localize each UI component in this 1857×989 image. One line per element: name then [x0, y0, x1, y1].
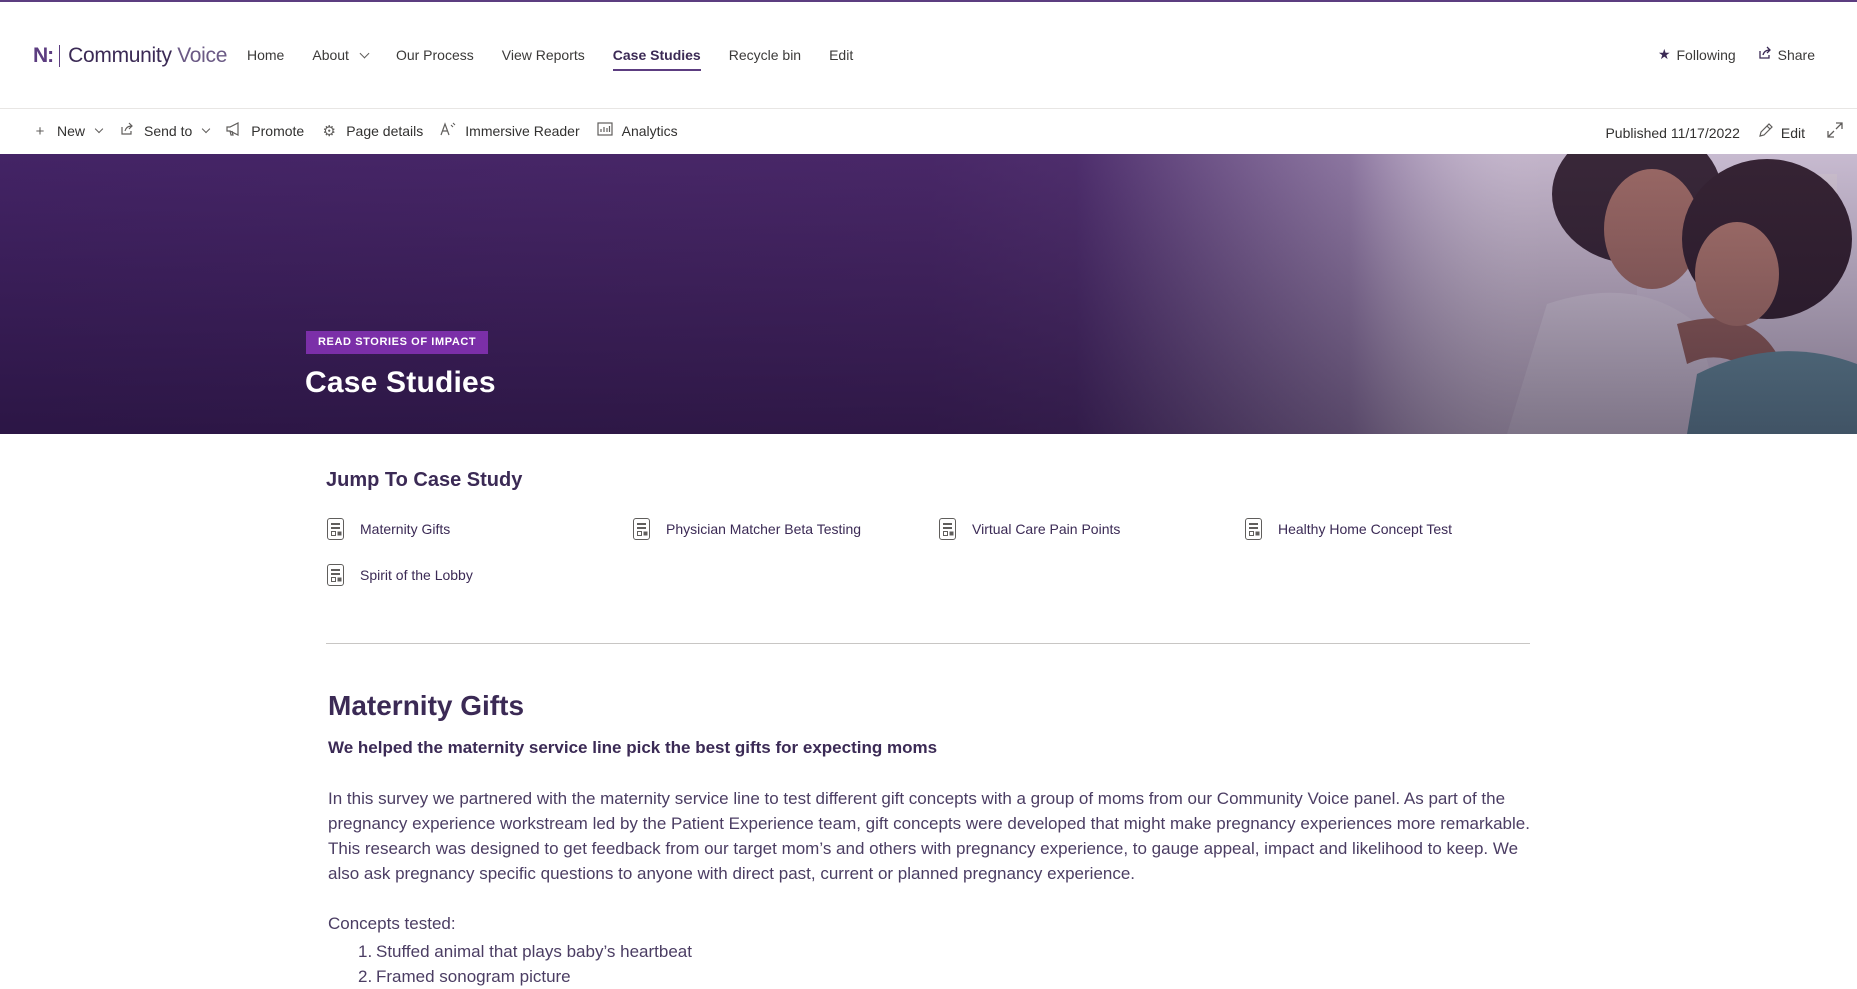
immersive-reader-label: Immersive Reader [465, 123, 580, 139]
section-divider [326, 643, 1530, 644]
nav-view-reports[interactable]: View Reports [502, 47, 585, 63]
jump-link-label: Physician Matcher Beta Testing [666, 521, 862, 537]
new-button[interactable]: + New [32, 122, 104, 140]
command-bar-left: + New Send to Promote ⚙ Page details Imm… [32, 122, 695, 140]
list-item-text: Framed sonogram picture [376, 967, 571, 986]
top-nav: Home About Our Process View Reports Case… [247, 47, 881, 71]
site-logo[interactable]: N: Community Voice [33, 44, 227, 68]
send-icon [119, 122, 135, 140]
logo-text: Community Voice [68, 44, 227, 68]
jump-link-healthy-home[interactable]: Healthy Home Concept Test [1245, 518, 1452, 540]
jump-link-virtual-care[interactable]: Virtual Care Pain Points [939, 518, 1120, 540]
gear-icon: ⚙ [322, 123, 336, 140]
star-icon: ★ [1657, 46, 1671, 62]
list-item-number: 2. [358, 967, 373, 986]
page-details-button[interactable]: ⚙ Page details [321, 122, 423, 140]
nav-home-label: Home [247, 47, 285, 63]
published-date: Published 11/17/2022 [1605, 124, 1740, 141]
jump-to-heading: Jump To Case Study [326, 469, 523, 491]
logo-mark: N: [33, 44, 54, 67]
immersive-reader-button[interactable]: Immersive Reader [440, 122, 580, 140]
nav-edit-label: Edit [829, 47, 854, 63]
analytics-button[interactable]: Analytics [597, 122, 678, 140]
document-icon [327, 564, 344, 586]
hero-tag: READ STORIES OF IMPACT [306, 331, 489, 354]
megaphone-icon [226, 122, 242, 140]
plus-icon: + [35, 122, 45, 140]
nav-view-reports-label: View Reports [501, 47, 585, 63]
list-item-text: Stuffed animal that plays baby’s heartbe… [376, 942, 692, 961]
edit-page-label: Edit [1780, 124, 1805, 141]
document-icon [1245, 518, 1262, 540]
concepts-label: Concepts tested: [328, 914, 456, 933]
edit-page-button[interactable]: Edit [1758, 123, 1805, 142]
share-button[interactable]: Share [1758, 46, 1815, 63]
jump-link-label: Spirit of the Lobby [360, 567, 473, 583]
document-icon [633, 518, 650, 540]
promote-label: Promote [251, 123, 305, 139]
nav-our-process-label: Our Process [395, 47, 474, 63]
chevron-down-icon [94, 124, 104, 134]
command-bar-right: Published 11/17/2022 Edit [1605, 122, 1843, 143]
nav-home[interactable]: Home [247, 47, 284, 63]
nav-recycle-bin[interactable]: Recycle bin [729, 47, 801, 63]
section-subtitle: We helped the maternity service line pic… [328, 738, 938, 757]
page-title: Case Studies [305, 366, 496, 399]
section-body: In this survey we partnered with the mat… [328, 789, 1530, 883]
nav-case-studies-label: Case Studies [612, 47, 701, 63]
jump-link-label: Maternity Gifts [360, 521, 451, 537]
following-button[interactable]: ★ Following [1658, 46, 1736, 63]
header-actions: ★ Following Share [1636, 46, 1815, 63]
expand-icon[interactable] [1827, 122, 1843, 143]
site-header: N: Community Voice Home About Our Proces… [0, 2, 1857, 109]
jump-link-physician-matcher[interactable]: Physician Matcher Beta Testing [633, 518, 861, 540]
list-item: 1. Stuffed animal that plays baby’s hear… [358, 939, 692, 964]
nav-edit[interactable]: Edit [829, 47, 853, 63]
logo-text-light: Voice [177, 44, 228, 67]
hero-shade [0, 154, 1857, 434]
chevron-down-icon [359, 48, 370, 58]
concept-list: 1. Stuffed animal that plays baby’s hear… [358, 939, 692, 989]
jump-link-label: Healthy Home Concept Test [1278, 521, 1453, 537]
logo-separator [59, 45, 61, 67]
document-icon [327, 518, 344, 540]
list-item: 2. Framed sonogram picture [358, 964, 692, 989]
share-label: Share [1777, 46, 1815, 63]
nav-about[interactable]: About [312, 47, 370, 63]
list-item-number: 1. [358, 942, 373, 961]
pencil-icon [1758, 123, 1773, 142]
nav-our-process[interactable]: Our Process [396, 47, 474, 63]
new-label: New [57, 123, 86, 139]
analytics-icon [597, 122, 613, 140]
nav-case-studies[interactable]: Case Studies [612, 47, 701, 71]
reader-icon [440, 122, 456, 140]
hero-banner: READ STORIES OF IMPACT Case Studies [0, 154, 1857, 434]
nav-recycle-bin-label: Recycle bin [728, 47, 802, 63]
jump-link-label: Virtual Care Pain Points [972, 521, 1121, 537]
jump-link-maternity-gifts[interactable]: Maternity Gifts [327, 518, 450, 540]
chevron-down-icon [202, 124, 211, 134]
following-label: Following [1676, 46, 1736, 63]
section-title: Maternity Gifts [328, 690, 525, 721]
command-bar: + New Send to Promote ⚙ Page details Imm… [0, 110, 1857, 154]
analytics-label: Analytics [621, 123, 678, 139]
document-icon [939, 518, 956, 540]
nav-about-label: About [312, 47, 349, 63]
send-to-label: Send to [144, 123, 193, 139]
logo-text-bold: Community [68, 44, 172, 67]
share-icon [1758, 46, 1772, 63]
send-to-button[interactable]: Send to [119, 122, 211, 140]
page-details-label: Page details [346, 123, 424, 139]
promote-button[interactable]: Promote [226, 122, 304, 140]
jump-link-spirit-of-lobby[interactable]: Spirit of the Lobby [327, 564, 473, 586]
